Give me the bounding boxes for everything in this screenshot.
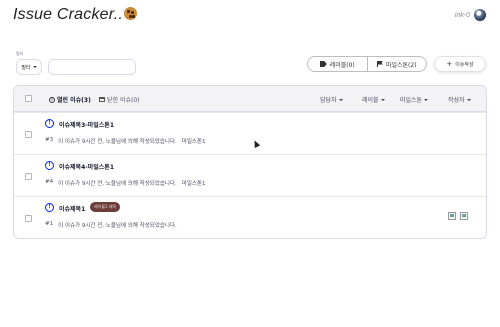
author-filter-label: 작성자	[448, 97, 465, 104]
assignee-avatar	[460, 212, 468, 220]
issue-meta: #1 이 이슈가 9시간 전, 노을님에 의해 작성되었습니다.	[45, 221, 177, 229]
tab-closed-label: 닫힌 이슈(0)	[107, 97, 140, 104]
milestone-filter[interactable]: 마일스톤	[400, 95, 429, 104]
issue-checkbox[interactable]	[25, 215, 32, 222]
milestone-filter-label: 마일스톤	[400, 97, 423, 104]
filter-caption: 필터	[16, 51, 24, 56]
new-issue-button-label: 이슈작성	[455, 61, 474, 68]
new-issue-button[interactable]: + 이슈작성	[434, 56, 486, 72]
table-header: ! 열린 이슈(3) 닫힌 이슈(0) 담당자 레이블 마일스톤 작성자	[14, 86, 486, 112]
open-issue-icon: !	[45, 203, 54, 212]
cookie-icon	[124, 7, 137, 20]
tab-closed-issues[interactable]: 닫힌 이슈(0)	[99, 95, 140, 104]
issue-table: ! 열린 이슈(3) 닫힌 이슈(0) 담당자 레이블 마일스톤 작성자 ! 이…	[13, 85, 487, 239]
issue-title[interactable]: 이슈제목1	[59, 204, 85, 213]
author-filter[interactable]: 작성자	[448, 95, 471, 104]
assignee-avatar	[448, 212, 456, 220]
labels-button-label: 레이블(0)	[329, 61, 355, 69]
label-filter-label: 레이블	[362, 97, 379, 104]
chevron-down-icon	[380, 98, 385, 101]
issue-description: 이 이슈가 9시간 전, 노을님에 의해 작성되었습니다.	[58, 139, 177, 145]
issue-milestone: 마일스톤1	[181, 139, 206, 145]
assignee-filter-label: 담당자	[320, 97, 337, 104]
issue-row[interactable]: ! 이슈제목3-마일스톤1 #3 이 이슈가 9시간 전, 노을님에 의해 작성…	[14, 112, 486, 154]
open-issue-icon: !	[45, 161, 54, 170]
issue-checkbox[interactable]	[25, 131, 32, 138]
tab-open-issues[interactable]: ! 열린 이슈(3)	[49, 95, 91, 104]
filter-button-label: 필터	[21, 64, 31, 71]
issue-number: #1	[45, 221, 54, 227]
avatar[interactable]	[474, 9, 486, 21]
tag-icon	[319, 61, 327, 67]
chevron-down-icon	[32, 66, 37, 68]
app-logo[interactable]: Issue Cracker..	[13, 6, 137, 24]
issue-number: #3	[45, 137, 54, 143]
issue-meta: #3 이 이슈가 9시간 전, 노을님에 의해 작성되었습니다. 마일스톤1	[45, 137, 206, 145]
user-name: ink-0	[454, 11, 470, 19]
plus-icon: +	[446, 59, 453, 68]
archive-icon	[99, 97, 105, 102]
issue-checkbox[interactable]	[25, 173, 32, 180]
chevron-down-icon	[424, 98, 429, 101]
issue-meta: #4 이 이슈가 9시간 전, 노을님에 의해 작성되었습니다. 마일스톤1	[45, 179, 206, 187]
logo-text: Issue Cracker..	[13, 6, 123, 23]
flag-icon	[376, 61, 383, 67]
milestones-button-label: 마일스톤(2)	[385, 61, 417, 69]
label-badge: 레이블1 제목	[90, 202, 121, 212]
issue-title[interactable]: 이슈제목3-마일스톤1	[59, 120, 114, 129]
assignee-filter[interactable]: 담당자	[320, 95, 343, 104]
search-input[interactable]	[48, 59, 136, 75]
chevron-down-icon	[338, 98, 343, 101]
issue-number: #4	[45, 179, 54, 185]
select-all-checkbox[interactable]	[25, 95, 32, 102]
issue-description: 이 이슈가 9시간 전, 노을님에 의해 작성되었습니다.	[58, 223, 177, 229]
milestones-button[interactable]: 마일스톤(2)	[366, 57, 427, 71]
issue-row[interactable]: ! 이슈제목1 레이블1 제목 #1 이 이슈가 9시간 전, 노을님에 의해 …	[14, 196, 486, 238]
user-menu[interactable]: ink-0	[455, 9, 486, 21]
open-issue-icon: !	[45, 119, 54, 128]
label-filter[interactable]: 레이블	[362, 95, 385, 104]
issue-row[interactable]: ! 이슈제목4-마일스톤1 #4 이 이슈가 9시간 전, 노을님에 의해 작성…	[14, 154, 486, 196]
labels-button[interactable]: 레이블(0)	[308, 57, 367, 71]
alert-circle-icon: !	[49, 96, 55, 103]
tab-open-label: 열린 이슈(3)	[57, 97, 91, 104]
label-milestone-group: 레이블(0) 마일스톤(2)	[307, 56, 427, 72]
issue-title[interactable]: 이슈제목4-마일스톤1	[59, 162, 114, 171]
issue-milestone: 마일스톤1	[181, 181, 206, 187]
filter-dropdown-button[interactable]: 필터	[16, 59, 42, 75]
issue-description: 이 이슈가 9시간 전, 노을님에 의해 작성되었습니다.	[58, 181, 177, 187]
chevron-down-icon	[466, 98, 471, 101]
